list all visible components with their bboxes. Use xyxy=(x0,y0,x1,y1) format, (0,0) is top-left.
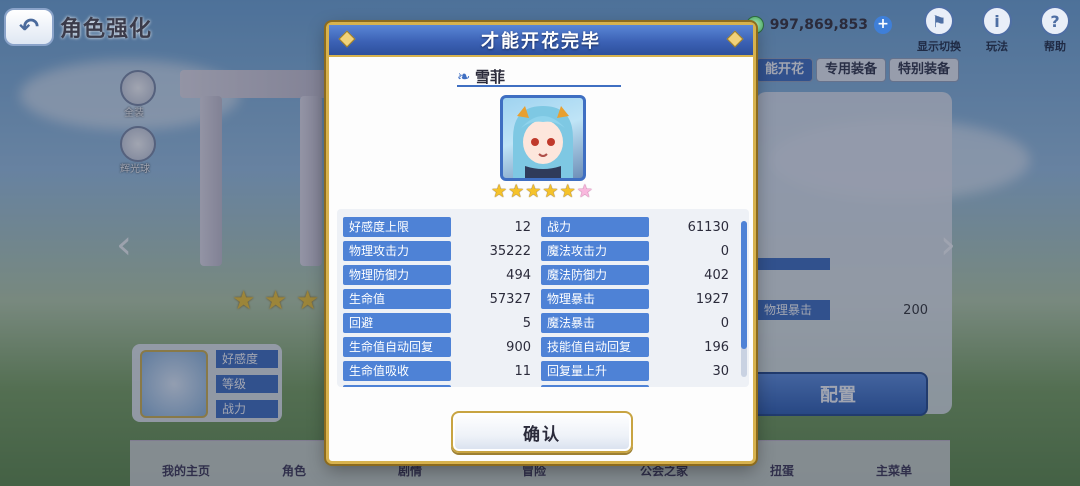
character-name: 雪菲 xyxy=(475,68,506,86)
scroll-thumb[interactable] xyxy=(741,221,747,349)
stat-label: 回避 xyxy=(343,313,451,333)
stat-label: 魔法攻击力 xyxy=(541,241,649,261)
stat-row: 魔法暴击 0 xyxy=(541,313,733,333)
stat-row: 魔法攻击力 0 xyxy=(541,241,733,261)
character-portrait xyxy=(500,95,586,181)
help-button[interactable]: ? 帮助 xyxy=(1030,6,1080,54)
gameplay-label: 玩法 xyxy=(986,40,1008,53)
stat-label: 好感度上限 xyxy=(343,217,451,237)
stat-value: 494 xyxy=(506,267,531,283)
stat-row: 回复量上升 30 xyxy=(541,361,733,381)
dialog-title: 才能开花完毕 xyxy=(481,31,601,52)
stat-label: 生命值吸收 xyxy=(343,361,451,381)
dialog-header: 才能开花完毕 xyxy=(329,25,753,57)
stat-row-partial xyxy=(541,385,733,387)
stat-row: 物理暴击 1927 xyxy=(541,289,733,309)
stat-list[interactable]: 好感度上限 12 物理攻击力 35222 物理防御力 494 生命值 57327 回避 5… xyxy=(337,209,749,387)
stat-value: 12 xyxy=(514,219,531,235)
stat-value: 11 xyxy=(514,363,531,379)
stat-row: 回避 5 xyxy=(343,313,535,333)
stat-row: 生命值自动回复 900 xyxy=(343,337,535,357)
stat-label-partial xyxy=(343,385,451,387)
star-icon: ★ xyxy=(508,181,525,202)
stat-row: 生命值吸收 11 xyxy=(343,361,535,381)
star-icon: ★ xyxy=(559,181,576,202)
stat-label: 物理攻击力 xyxy=(343,241,451,261)
add-gems-icon[interactable]: + xyxy=(874,16,892,34)
stat-label: 物理防御力 xyxy=(343,265,451,285)
stat-row: 战力 61130 xyxy=(541,217,733,237)
stat-row: 魔法防御力 402 xyxy=(541,265,733,285)
stat-value: 35222 xyxy=(489,243,531,259)
stat-value: 1927 xyxy=(695,291,729,307)
top-right-hud: 997,869,853 + ⚑ 显示切换 i 玩法 ? 帮助 xyxy=(745,6,1080,54)
pink-star-icon: ★ xyxy=(576,181,593,202)
stat-scrollbar[interactable] xyxy=(741,221,747,377)
stat-row: 生命值 57327 xyxy=(343,289,535,309)
confirm-button[interactable]: 确认 xyxy=(451,411,633,453)
display-toggle-button[interactable]: ⚑ 显示切换 xyxy=(914,6,964,54)
talent-bloom-dialog: 才能开花完毕 ❧ 雪菲 ★ ★ ★ ★ ★ ★ 好感度上限 12 物理攻击力 352… xyxy=(326,22,756,464)
star-icon: ★ xyxy=(525,181,542,202)
header-gem-icon xyxy=(726,30,744,48)
stat-value: 57327 xyxy=(489,291,531,307)
gameplay-button[interactable]: i 玩法 xyxy=(972,6,1022,54)
back-arrow-icon: ↶ xyxy=(18,13,40,41)
stat-row: 好感度上限 12 xyxy=(343,217,535,237)
help-icon: ? xyxy=(1040,6,1070,36)
stat-value: 0 xyxy=(720,243,729,259)
stat-label: 回复量上升 xyxy=(541,361,649,381)
stat-row: 物理防御力 494 xyxy=(343,265,535,285)
display-toggle-icon: ⚑ xyxy=(924,6,954,36)
stat-value: 402 xyxy=(704,267,729,283)
portrait-art xyxy=(513,106,573,178)
info-icon: i xyxy=(982,6,1012,36)
gem-count: 997,869,853 xyxy=(769,17,868,33)
top-title-bar: ↶ 角色强化 xyxy=(0,6,170,48)
stat-row-partial xyxy=(343,385,535,387)
back-button[interactable]: ↶ xyxy=(4,8,54,46)
star-icon: ★ xyxy=(491,181,508,202)
help-label: 帮助 xyxy=(1044,40,1066,53)
stat-value: 0 xyxy=(720,315,729,331)
stat-label: 生命值 xyxy=(343,289,451,309)
star-icon: ★ xyxy=(542,181,559,202)
stat-label: 物理暴击 xyxy=(541,289,649,309)
stat-label: 魔法防御力 xyxy=(541,265,649,285)
stat-label: 战力 xyxy=(541,217,649,237)
stat-value: 900 xyxy=(506,339,531,355)
page-title: 角色强化 xyxy=(60,17,153,42)
stat-value: 61130 xyxy=(687,219,729,235)
stat-value: 30 xyxy=(712,363,729,379)
display-toggle-label: 显示切换 xyxy=(917,40,961,53)
stat-value: 5 xyxy=(522,315,531,331)
stat-label: 魔法暴击 xyxy=(541,313,649,333)
gem-counter: 997,869,853 + xyxy=(745,12,892,38)
star-rating: ★ ★ ★ ★ ★ ★ xyxy=(491,183,593,201)
stat-label: 技能值自动回复 xyxy=(541,337,649,357)
stat-label: 生命值自动回复 xyxy=(343,337,451,357)
stat-row: 技能值自动回复 196 xyxy=(541,337,733,357)
name-swirl-icon: ❧ xyxy=(457,67,471,86)
header-gem-icon xyxy=(338,30,356,48)
stat-row: 物理攻击力 35222 xyxy=(343,241,535,261)
stat-value: 196 xyxy=(704,339,729,355)
stat-label-partial xyxy=(541,385,649,387)
